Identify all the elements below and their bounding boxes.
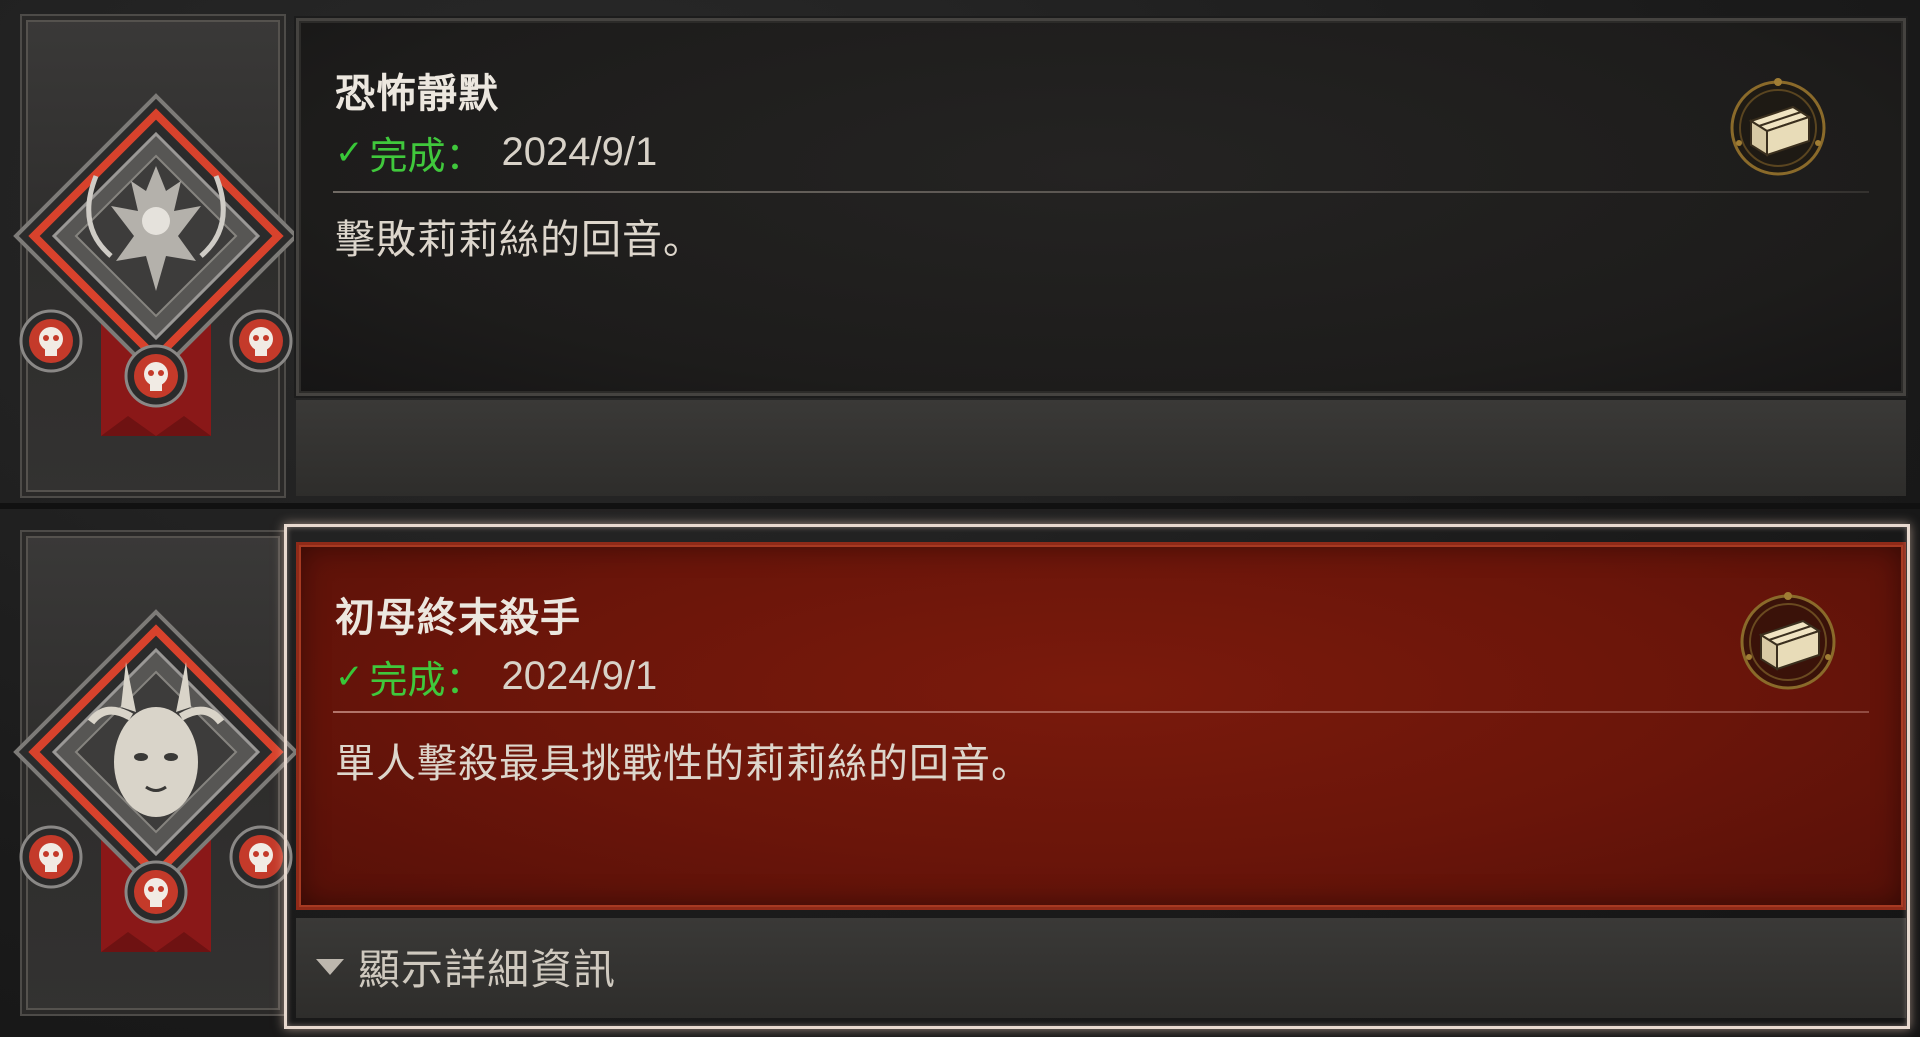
selection-highlight [284, 524, 1910, 1029]
achievement-badge-card [13, 14, 299, 498]
achievements-list: 恐怖靜默 ✓ 完成： 2024/9/1 擊敗莉莉絲的回音。 初母終末殺手 ✓ 完… [0, 0, 1920, 1037]
status-label: 完成： [369, 134, 484, 178]
achievement-panel[interactable]: 恐怖靜默 ✓ 完成： 2024/9/1 擊敗莉莉絲的回音。 [296, 18, 1906, 396]
achievement-title: 恐怖靜默 [335, 70, 499, 117]
checkmark-icon: ✓ [335, 132, 364, 173]
row-footer [296, 400, 1906, 496]
completion-date: 2024/9/1 [501, 130, 658, 174]
achievement-status: ✓ 完成： 2024/9/1 [335, 125, 657, 180]
demon-mother-badge-icon [13, 609, 299, 952]
achievement-description: 擊敗莉莉絲的回音。 [335, 217, 704, 263]
achievement-badge-card [13, 530, 299, 1016]
achievement-row[interactable]: 恐怖靜默 ✓ 完成： 2024/9/1 擊敗莉莉絲的回音。 [0, 0, 1920, 505]
achievement-row-selected[interactable]: 初母終末殺手 ✓ 完成： 2024/9/1 單人擊殺最具挑戰性的莉莉絲的回音。 [0, 508, 1920, 1037]
lilith-echo-badge-icon [13, 93, 299, 436]
treasure-chest-icon[interactable] [1723, 73, 1833, 183]
divider [333, 191, 1869, 193]
